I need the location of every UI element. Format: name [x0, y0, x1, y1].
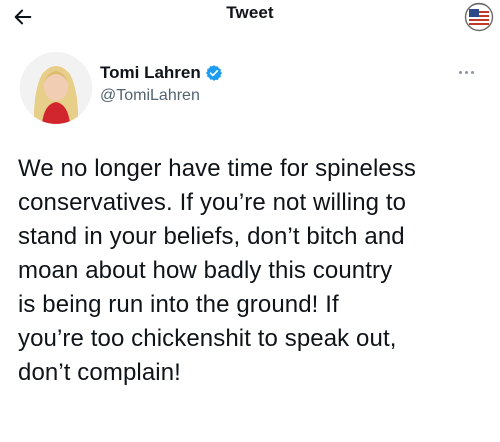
avatar[interactable] — [20, 52, 92, 124]
more-dot-icon — [464, 70, 468, 74]
author-handle[interactable]: @TomiLahren — [100, 87, 223, 105]
tweet-text: We no longer have time for spineless con… — [18, 155, 417, 386]
tweet-author: Tomi Lahren @TomiLahren — [20, 52, 480, 128]
page-title: Tweet — [226, 3, 274, 22]
flag-badge-icon — [464, 2, 494, 32]
top-bar: Tweet — [0, 0, 500, 36]
avatar-image — [20, 52, 92, 124]
more-dot-icon — [458, 70, 462, 74]
more-dot-icon — [470, 70, 474, 74]
more-options-button[interactable] — [452, 62, 480, 82]
author-display-name[interactable]: Tomi Lahren — [100, 63, 201, 83]
verified-badge-icon — [205, 65, 222, 81]
